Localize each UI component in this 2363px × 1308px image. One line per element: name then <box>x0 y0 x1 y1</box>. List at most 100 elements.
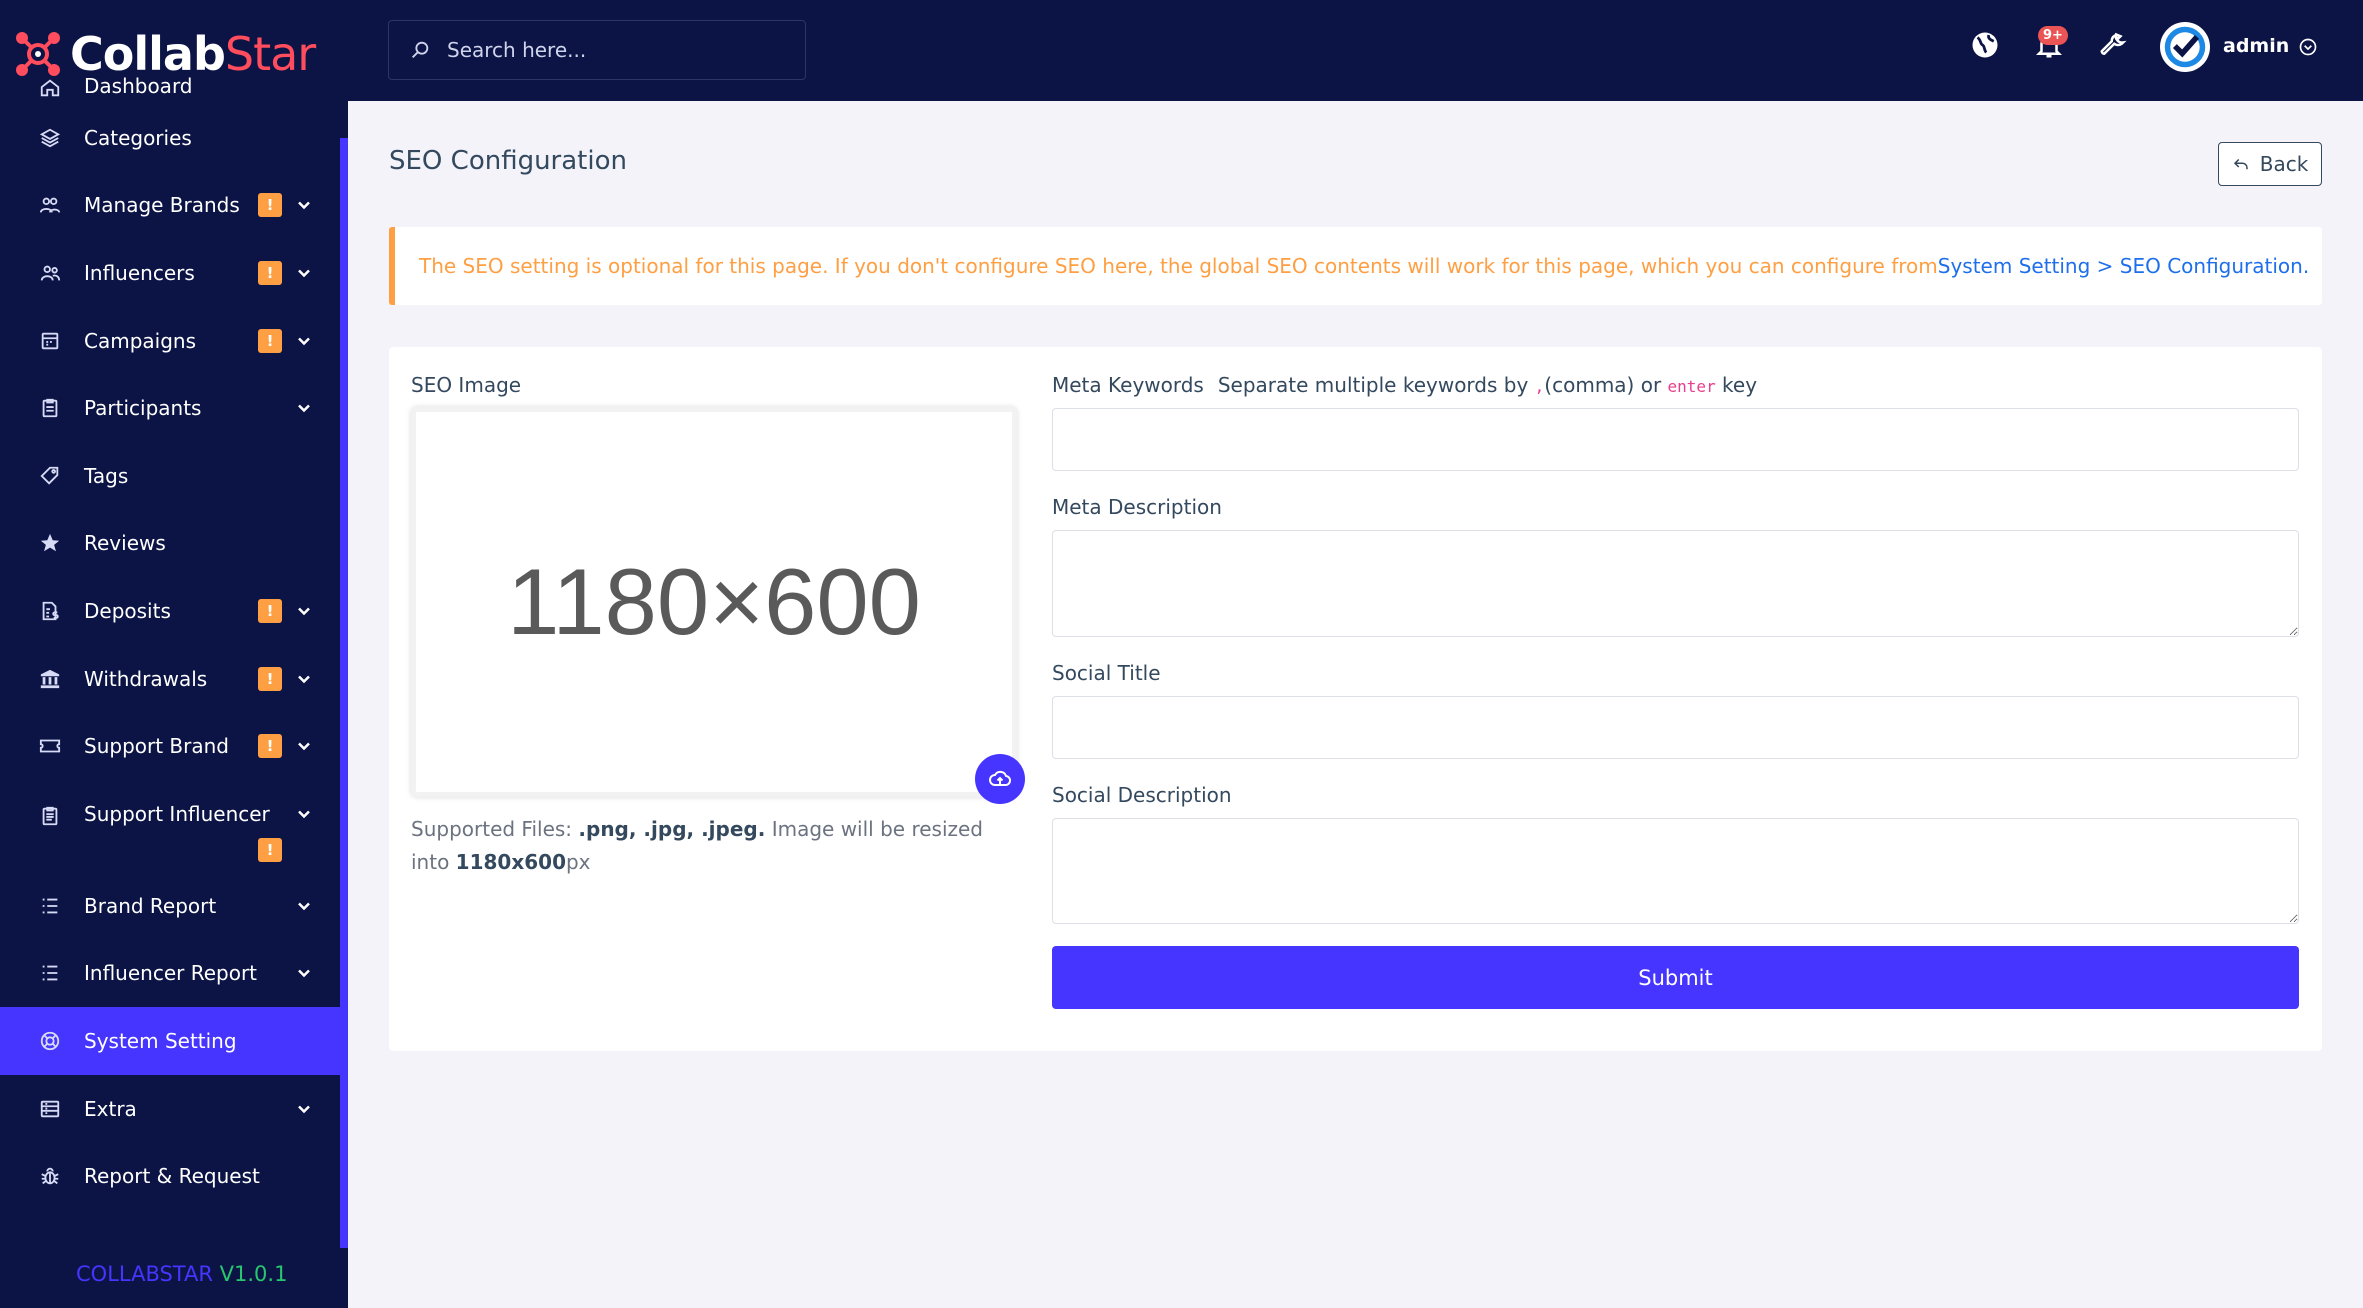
back-button-label: Back <box>2259 152 2309 176</box>
chevron-down-icon <box>294 1099 314 1119</box>
sidebar-item-dashboard[interactable]: Dashboard <box>0 74 340 104</box>
collabstar-logo-icon <box>12 28 64 80</box>
alert-text: The SEO setting is optional for this pag… <box>419 254 1938 278</box>
seo-configuration-link[interactable]: System Setting > SEO Configuration. <box>1938 254 2309 278</box>
social-title-label: Social Title <box>1052 661 1161 685</box>
clipboard-icon <box>36 394 64 422</box>
sidebar-item-manage-brands[interactable]: Manage Brands ! <box>0 172 340 240</box>
home-icon <box>36 74 64 102</box>
sidebar-item-deposits[interactable]: Deposits ! <box>0 577 340 645</box>
warning-badge: ! <box>258 598 282 623</box>
hint-part2: (comma) or <box>1544 373 1668 397</box>
sidebar-item-categories[interactable]: Categories <box>0 104 340 172</box>
meta-description-textarea[interactable] <box>1052 530 2299 637</box>
meta-keywords-input[interactable] <box>1052 408 2299 471</box>
back-button[interactable]: Back <box>2218 142 2322 186</box>
clipboard-list-icon <box>36 802 64 830</box>
version-number: V1.0.1 <box>219 1262 288 1286</box>
social-title-input[interactable] <box>1052 696 2299 759</box>
social-description-label: Social Description <box>1052 783 1232 807</box>
sidebar: CollabStar Dashboard Categories Manage B… <box>0 0 348 1308</box>
image-upload-button[interactable] <box>975 754 1025 804</box>
warning-badge: ! <box>258 734 282 759</box>
users-icon <box>36 259 64 287</box>
supported-unit: px <box>565 850 591 874</box>
user-name[interactable]: admin <box>2223 35 2289 57</box>
sidebar-item-system-setting[interactable]: System Setting <box>0 1007 340 1075</box>
chevron-down-icon <box>294 736 314 756</box>
sidebar-item-participants[interactable]: Participants <box>0 374 340 442</box>
sidebar-item-support-influencer[interactable]: Support Influencer ! <box>0 780 340 872</box>
sidebar-item-label: Brand Report <box>84 893 217 918</box>
avatar[interactable] <box>2160 22 2210 72</box>
social-description-textarea[interactable] <box>1052 818 2299 924</box>
chevron-down-icon <box>294 331 314 351</box>
meta-keywords-label: Meta Keywords Separate multiple keywords … <box>1052 373 1757 397</box>
sidebar-item-influencer-report[interactable]: Influencer Report <box>0 940 340 1008</box>
page-title: SEO Configuration <box>389 146 627 176</box>
app-version: COLLABSTAR V1.0.1 <box>76 1262 287 1286</box>
sidebar-item-label: Reviews <box>84 531 166 556</box>
chevron-down-icon <box>294 896 314 916</box>
search-icon <box>412 41 429 58</box>
chevron-down-icon <box>294 398 314 418</box>
sidebar-item-label: Support Influencer <box>84 801 270 826</box>
supported-prefix: Supported Files: <box>411 817 579 841</box>
submit-button[interactable]: Submit <box>1052 946 2299 1009</box>
sidebar-item-label: Withdrawals <box>84 666 208 691</box>
supported-types: .png, .jpg, .jpeg. <box>578 817 766 841</box>
sidebar-item-brand-report[interactable]: Brand Report <box>0 872 340 940</box>
supported-size: 1180x600 <box>455 850 566 874</box>
meta-keywords-hint: Separate multiple keywords by ,(comma) o… <box>1218 373 1757 397</box>
search-box[interactable] <box>388 20 806 80</box>
sidebar-item-label: System Setting <box>84 1028 237 1053</box>
sidebar-item-tags[interactable]: Tags <box>0 442 340 510</box>
brand-name: CollabStar <box>70 27 316 81</box>
image-placeholder-text: 1180×600 <box>507 549 921 654</box>
supported-files-note: Supported Files: .png, .jpg, .jpeg. Imag… <box>411 813 1011 879</box>
brand-name-part2: Star <box>224 27 316 81</box>
list-icon <box>36 892 64 920</box>
globe-icon[interactable] <box>1970 30 2000 60</box>
sidebar-item-extra[interactable]: Extra <box>0 1075 340 1143</box>
star-icon <box>36 529 64 557</box>
warning-badge: ! <box>258 666 282 691</box>
search-input[interactable] <box>447 38 787 62</box>
chevron-down-icon <box>294 195 314 215</box>
chevron-down-icon <box>294 263 314 283</box>
seo-image-preview: 1180×600 <box>411 407 1017 797</box>
tag-icon <box>36 462 64 490</box>
sidebar-item-label: Manage Brands <box>84 193 240 218</box>
server-icon <box>36 1095 64 1123</box>
notification-count-badge: 9+ <box>2038 26 2068 45</box>
hint-enter-code: enter <box>1667 377 1716 396</box>
sidebar-item-label: Influencers <box>84 260 195 285</box>
calendar-icon <box>36 327 64 355</box>
reply-arrow-icon <box>2233 158 2248 170</box>
sidebar-item-label: Tags <box>84 463 129 488</box>
bug-icon <box>36 1162 64 1190</box>
sidebar-item-campaigns[interactable]: Campaigns ! <box>0 307 340 375</box>
brand-name-part1: Collab <box>70 27 226 81</box>
chevron-down-icon <box>294 963 314 983</box>
chevron-down-icon <box>294 804 314 824</box>
ticket-icon <box>36 732 64 760</box>
avatar-check-icon <box>2164 26 2206 68</box>
sidebar-item-report-request[interactable]: Report & Request <box>0 1142 340 1210</box>
sidebar-nav: Dashboard Categories Manage Brands ! Inf… <box>0 74 340 1210</box>
sidebar-item-reviews[interactable]: Reviews <box>0 510 340 578</box>
sidebar-item-withdrawals[interactable]: Withdrawals ! <box>0 645 340 713</box>
hint-comma-code: , <box>1534 377 1545 396</box>
seo-form-card: SEO Image 1180×600 Supported Files: .png… <box>389 347 2322 1051</box>
chevron-circle-down-icon[interactable] <box>2298 37 2318 57</box>
warning-badge: ! <box>258 193 282 218</box>
wrench-icon[interactable] <box>2098 30 2128 60</box>
version-name: COLLABSTAR <box>76 1262 213 1286</box>
sidebar-item-support-brand[interactable]: Support Brand ! <box>0 712 340 780</box>
sidebar-item-label: Participants <box>84 396 202 421</box>
sidebar-item-label: Support Brand <box>84 734 229 759</box>
meta-keywords-title: Meta Keywords <box>1052 373 1204 397</box>
sidebar-scrollbar[interactable] <box>340 138 348 1248</box>
sidebar-item-influencers[interactable]: Influencers ! <box>0 239 340 307</box>
hint-part3: key <box>1715 373 1758 397</box>
